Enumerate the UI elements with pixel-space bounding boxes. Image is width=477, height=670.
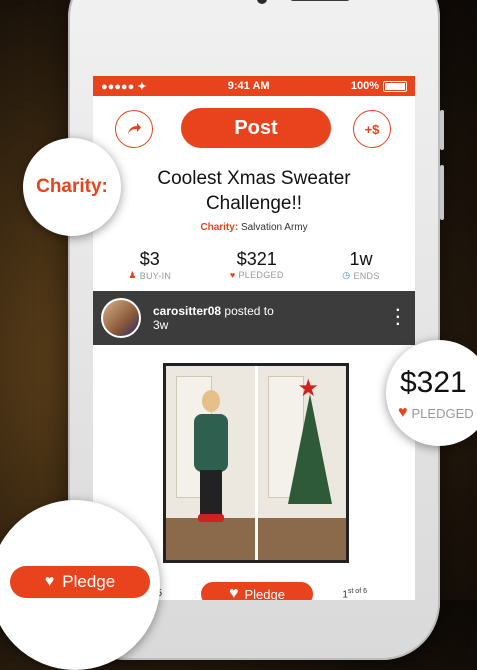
callout-charity-label: Charity: (36, 176, 108, 197)
callout-pledged-label: PLEDGED (411, 405, 474, 421)
callout-pledged-amount: $321 (400, 366, 467, 399)
tree-costume-shape (287, 394, 332, 504)
star-icon: ★ (297, 375, 320, 402)
stat-label: ENDS (353, 270, 380, 281)
post-button[interactable]: Post (181, 108, 331, 148)
clock-icon: ◷ (342, 270, 351, 280)
stat-label-row: ♥ PLEDGED (230, 270, 284, 280)
photo-panel-tree: ★ (254, 366, 346, 560)
sweater-shape (194, 414, 228, 472)
callout-pledge-button: ♥ Pledge (10, 566, 150, 598)
status-time: 9:41 AM (227, 80, 270, 92)
stat-value: $3 (139, 249, 160, 269)
pledge-label: Pledge (244, 586, 285, 601)
heart-icon: ♥ (229, 585, 239, 600)
person-head (202, 390, 220, 412)
stat-pledged: $321 ♥ PLEDGED (230, 249, 284, 281)
charity-info: Charity: Salvation Army (93, 222, 415, 233)
carrier-signal: ●●●●● ✦ (101, 80, 147, 93)
stat-label: BUY-IN (139, 270, 172, 281)
floor-shape (166, 518, 255, 560)
battery-indicator: 100% (351, 80, 407, 92)
share-arrow-icon (128, 123, 141, 134)
more-options-icon[interactable]: · · · (396, 303, 401, 333)
callout-pledge-label: Pledge (62, 572, 116, 591)
side-button (440, 165, 444, 220)
battery-percent: 100% (350, 80, 379, 92)
username[interactable]: carositter08 (153, 304, 221, 318)
post-info: carositter08 posted to 3w (153, 304, 274, 332)
heart-icon: ♥ (398, 404, 408, 421)
pledge-button[interactable]: ♥ Pledge (201, 582, 313, 600)
front-camera (257, 0, 267, 4)
legs-shape (200, 470, 222, 516)
avatar[interactable] (101, 298, 141, 338)
shoes-shape (198, 514, 224, 522)
pager-total: st of 6 (347, 588, 367, 595)
stats-row: $3 ♟ BUY-IN $321 ♥ PLEDGED 1w ◷ ENDS (93, 249, 415, 281)
share-button[interactable] (115, 110, 153, 148)
stat-label-row: ♟ BUY-IN (128, 270, 171, 281)
floor-shape (257, 518, 346, 560)
post-action: posted to (224, 304, 274, 318)
heart-icon: ♥ (44, 573, 55, 590)
stat-label-row: ◷ ENDS (342, 270, 379, 281)
photo-panel-sweater (166, 366, 255, 560)
toolbar: Post +$ (93, 96, 415, 160)
title-line: Challenge!! (205, 193, 303, 214)
side-button (440, 110, 444, 150)
stat-ends: 1w ◷ ENDS (342, 249, 379, 281)
person-icon: ♟ (128, 270, 137, 280)
title-line: Coolest Xmas Sweater (157, 168, 351, 189)
stat-buyin: $3 ♟ BUY-IN (128, 249, 171, 281)
charity-callout: Charity: (23, 138, 121, 236)
charity-label: Charity: (200, 222, 239, 233)
heart-icon: ♥ (229, 270, 236, 280)
post-time: 3w (153, 318, 169, 332)
add-money-button[interactable]: +$ (353, 110, 391, 148)
challenge-title: Coolest Xmas Sweater Challenge!! (93, 166, 415, 216)
stat-value: $321 (236, 249, 277, 269)
photo-pager: 1st of 6 (342, 588, 367, 600)
status-bar: ●●●●● ✦ 9:41 AM 100% (93, 76, 415, 96)
post-header[interactable]: carositter08 posted to 3w · · · (93, 291, 415, 345)
battery-icon (382, 80, 407, 92)
charity-name: Salvation Army (240, 222, 308, 233)
earpiece (290, 0, 350, 1)
post-photo[interactable]: ★ (163, 363, 349, 563)
app-screen: ●●●●● ✦ 9:41 AM 100% Post +$ Coolest Xma… (93, 76, 415, 600)
stat-label: PLEDGED (238, 270, 284, 280)
stat-value: 1w (349, 249, 373, 269)
callout-pledged-row: ♥ PLEDGED (398, 404, 474, 422)
